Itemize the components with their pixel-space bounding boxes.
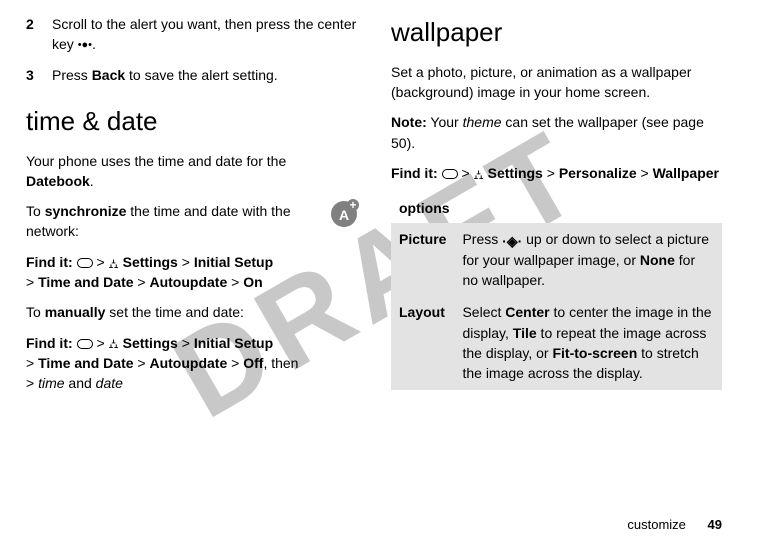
then-text: , then bbox=[263, 355, 298, 371]
text: To bbox=[26, 203, 45, 219]
left-column: 2 Scroll to the alert you want, then pre… bbox=[26, 14, 357, 404]
section-name: customize bbox=[627, 517, 686, 532]
note-label: Note: bbox=[391, 114, 427, 130]
text: To bbox=[26, 304, 45, 320]
text: to save the alert setting. bbox=[125, 67, 278, 83]
step-text: Scroll to the alert you want, then press… bbox=[52, 14, 357, 55]
settings-label: Settings bbox=[123, 254, 178, 270]
gt: > bbox=[26, 375, 34, 391]
datebook-label: Datebook bbox=[26, 173, 90, 189]
text: Press bbox=[52, 67, 92, 83]
find-it-autoupdate-on: Find it: > ⛼ Settings > Initial Setup > … bbox=[26, 252, 357, 293]
network-feature-icon: A bbox=[331, 201, 357, 227]
on-label: On bbox=[243, 274, 262, 290]
find-it-wallpaper: Find it: > ⛼ Settings > Personalize > Wa… bbox=[391, 163, 722, 183]
text: Your phone uses the time and date for th… bbox=[26, 153, 286, 169]
gt: > bbox=[461, 165, 469, 181]
step-text: Press Back to save the alert setting. bbox=[52, 65, 357, 85]
settings-label: Settings bbox=[488, 165, 543, 181]
step-number: 2 bbox=[26, 14, 40, 55]
table-row: Layout Select Center to center the image… bbox=[391, 296, 722, 389]
gt: > bbox=[547, 165, 555, 181]
none-label: None bbox=[640, 252, 675, 268]
gt: > bbox=[231, 355, 239, 371]
page-footer: customize 49 bbox=[627, 516, 722, 535]
find-it-label: Find it: bbox=[26, 335, 73, 351]
fit-to-screen-label: Fit-to-screen bbox=[552, 345, 637, 361]
autoupdate-label: Autoupdate bbox=[149, 274, 227, 290]
time-date-intro: Your phone uses the time and date for th… bbox=[26, 151, 357, 192]
gt: > bbox=[26, 274, 34, 290]
tile-label: Tile bbox=[513, 325, 537, 341]
settings-label: Settings bbox=[123, 335, 178, 351]
gt: > bbox=[26, 355, 34, 371]
page-content: 2 Scroll to the alert you want, then pre… bbox=[0, 0, 758, 418]
time-date-heading: time & date bbox=[26, 103, 357, 141]
autoupdate-label: Autoupdate bbox=[149, 355, 227, 371]
nav-key-icon: ·◈· bbox=[502, 234, 522, 248]
find-it-label: Find it: bbox=[26, 254, 73, 270]
synchronize-paragraph: A To synchronize the time and date with … bbox=[26, 201, 357, 242]
picture-desc: Press ·◈· up or down to select a picture… bbox=[454, 223, 722, 296]
center-key-icon: •●• bbox=[78, 40, 92, 51]
settings-icon: ⛼ bbox=[474, 168, 484, 181]
gt: > bbox=[231, 274, 239, 290]
wallpaper-intro: Set a photo, picture, or animation as a … bbox=[391, 62, 722, 103]
menu-key-icon bbox=[77, 258, 93, 268]
text: Press bbox=[462, 231, 502, 247]
text: set the time and date: bbox=[105, 304, 244, 320]
text: Scroll to the alert you want, then press… bbox=[52, 16, 356, 52]
back-key-label: Back bbox=[92, 67, 125, 83]
and-text: and bbox=[65, 375, 96, 391]
wallpaper-note: Note: Your theme can set the wallpaper (… bbox=[391, 112, 722, 153]
table-row: Picture Press ·◈· up or down to select a… bbox=[391, 223, 722, 296]
gt: > bbox=[137, 355, 145, 371]
layout-desc: Select Center to center the image in the… bbox=[454, 296, 722, 389]
gt: > bbox=[96, 335, 104, 351]
center-label: Center bbox=[505, 304, 549, 320]
right-column: wallpaper Set a photo, picture, or anima… bbox=[391, 14, 722, 404]
initial-setup-label: Initial Setup bbox=[194, 254, 273, 270]
manually-paragraph: To manually set the time and date: bbox=[26, 302, 357, 322]
date-placeholder: date bbox=[96, 375, 123, 391]
wallpaper-heading: wallpaper bbox=[391, 14, 722, 52]
settings-icon: ⛼ bbox=[109, 337, 119, 350]
step-number: 3 bbox=[26, 65, 40, 85]
find-it-autoupdate-off: Find it: > ⛼ Settings > Initial Setup > … bbox=[26, 333, 357, 394]
options-header: options bbox=[391, 193, 722, 223]
menu-key-icon bbox=[77, 339, 93, 349]
time-placeholder: time bbox=[38, 375, 64, 391]
layout-key: Layout bbox=[391, 296, 454, 389]
off-label: Off bbox=[243, 355, 263, 371]
gt: > bbox=[96, 254, 104, 270]
gt: > bbox=[137, 274, 145, 290]
gt: > bbox=[182, 335, 190, 351]
step-3: 3 Press Back to save the alert setting. bbox=[26, 65, 357, 85]
text: Select bbox=[462, 304, 505, 320]
synchronize-word: synchronize bbox=[45, 203, 127, 219]
picture-key: Picture bbox=[391, 223, 454, 296]
text: . bbox=[90, 173, 94, 189]
gt: > bbox=[182, 254, 190, 270]
personalize-label: Personalize bbox=[559, 165, 637, 181]
text: Your bbox=[427, 114, 463, 130]
step-2: 2 Scroll to the alert you want, then pre… bbox=[26, 14, 357, 55]
initial-setup-label: Initial Setup bbox=[194, 335, 273, 351]
theme-word: theme bbox=[463, 114, 502, 130]
text: . bbox=[92, 36, 96, 52]
gt: > bbox=[641, 165, 649, 181]
time-and-date-label: Time and Date bbox=[38, 355, 133, 371]
time-and-date-label: Time and Date bbox=[38, 274, 133, 290]
options-header-row: options bbox=[391, 193, 722, 223]
page-number: 49 bbox=[708, 517, 722, 532]
options-table: options Picture Press ·◈· up or down to … bbox=[391, 193, 722, 389]
wallpaper-label: Wallpaper bbox=[653, 165, 719, 181]
find-it-label: Find it: bbox=[391, 165, 438, 181]
manually-word: manually bbox=[45, 304, 106, 320]
settings-icon: ⛼ bbox=[109, 257, 119, 270]
menu-key-icon bbox=[442, 169, 458, 179]
